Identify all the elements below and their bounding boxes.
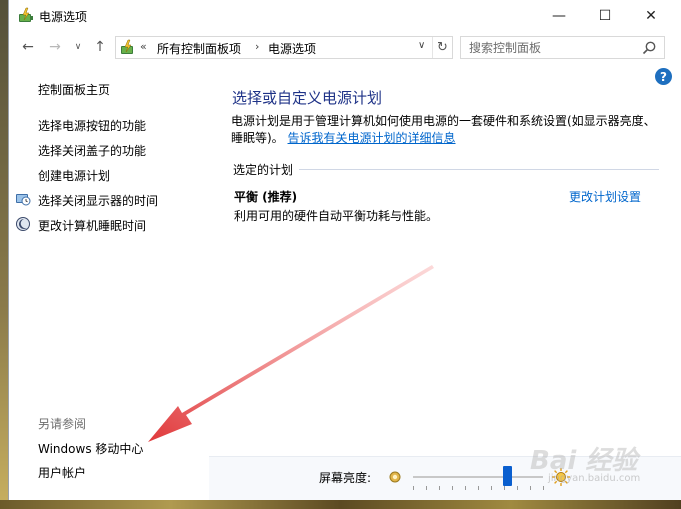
brightness-slider-thumb[interactable] (503, 466, 513, 486)
plan-name: 平衡 (推荐) (234, 190, 298, 204)
monitor-clock-icon (16, 194, 31, 206)
dim-sun-icon (389, 471, 401, 483)
minimize-icon: — (552, 7, 566, 24)
breadcrumb-power-options[interactable]: 电源选项 (268, 40, 316, 57)
slider-tick (439, 486, 440, 490)
back-button[interactable]: ← (17, 36, 39, 58)
slider-tick (543, 486, 544, 490)
slider-tick (426, 486, 427, 490)
sidebar-link-display-off-time[interactable]: 选择关闭显示器的时间 (38, 192, 158, 209)
watermark-logo: Bai 经验 (530, 446, 638, 476)
page-title: 选择或自定义电源计划 (232, 89, 383, 107)
navigation-bar: ← → ∨ ↑ « 所有控制面板项 › 电源选项 ∨ ↻ (9, 33, 681, 61)
minimize-button[interactable]: — (536, 0, 582, 31)
slider-tick (465, 486, 466, 490)
power-options-app-icon (19, 7, 33, 22)
breadcrumb-all-control-panel-items[interactable]: 所有控制面板项 (157, 40, 241, 57)
sidebar-link-sleep-time[interactable]: 更改计算机睡眠时间 (38, 217, 146, 234)
change-plan-settings-link[interactable]: 更改计划设置 (569, 188, 641, 205)
up-arrow-icon: ↑ (94, 39, 106, 55)
sidebar-link-control-panel-home[interactable]: 控制面板主页 (38, 81, 110, 98)
breadcrumb-separator-icon[interactable]: › (255, 40, 259, 53)
search-box[interactable] (460, 36, 665, 59)
desktop-background-bottom (0, 500, 681, 509)
see-also-heading: 另请参阅 (38, 417, 87, 431)
forward-button[interactable]: → (44, 36, 66, 58)
refresh-button[interactable]: ↻ (432, 37, 452, 58)
address-dropdown-icon[interactable]: ∨ (418, 40, 425, 51)
sidebar: 控制面板主页 选择电源按钮的功能 选择关闭盖子的功能 创建电源计划 选择关闭显示… (9, 70, 209, 500)
slider-tick (517, 486, 518, 490)
slider-tick (478, 486, 479, 490)
plan-description: 利用可用的硬件自动平衡功耗与性能。 (234, 209, 439, 223)
slider-tick (504, 486, 505, 490)
search-input[interactable] (461, 37, 639, 58)
sidebar-link-power-button[interactable]: 选择电源按钮的功能 (38, 117, 146, 134)
page-description: 电源计划是用于管理计算机如何使用电源的一套硬件和系统设置(如显示器亮度、睡眠等)… (231, 113, 661, 147)
close-icon: ✕ (645, 7, 657, 24)
power-options-window: 电源选项 — ☐ ✕ ← → ∨ ↑ « 所有控制面板项 › 电源选项 ∨ ↻ (8, 0, 681, 500)
refresh-icon: ↻ (437, 40, 448, 55)
search-icon[interactable] (641, 40, 657, 56)
maximize-button[interactable]: ☐ (582, 0, 628, 31)
up-button[interactable]: ↑ (89, 36, 111, 58)
brightness-label: 屏幕亮度: (319, 471, 372, 485)
slider-tick (452, 486, 453, 490)
control-panel-icon (121, 39, 133, 54)
back-arrow-icon: ← (22, 39, 34, 55)
selected-plan-heading: 选定的计划 (233, 163, 294, 177)
address-overflow-icon[interactable]: « (140, 40, 147, 53)
title-bar: 电源选项 — ☐ ✕ (9, 0, 681, 31)
desktop-background-left (0, 0, 8, 509)
slider-tick (413, 486, 414, 490)
sidebar-link-lid[interactable]: 选择关闭盖子的功能 (38, 142, 146, 159)
slider-tick (530, 486, 531, 490)
section-divider (299, 169, 659, 170)
address-bar[interactable]: « 所有控制面板项 › 电源选项 ∨ ↻ (115, 36, 453, 59)
see-also-link-mobility-center[interactable]: Windows 移动中心 (38, 440, 143, 457)
brightness-slider-track[interactable] (413, 476, 543, 478)
watermark-url: jingyan.baidu.com (548, 473, 641, 484)
maximize-icon: ☐ (598, 7, 612, 24)
slider-tick (491, 486, 492, 490)
close-button[interactable]: ✕ (628, 0, 674, 31)
chevron-down-icon: ∨ (74, 42, 82, 52)
see-also-link-user-accounts[interactable]: 用户帐户 (38, 464, 86, 481)
learn-more-link[interactable]: 告诉我有关电源计划的详细信息 (288, 131, 456, 145)
help-icon[interactable]: ? (655, 68, 672, 85)
window-title: 电源选项 (39, 10, 88, 24)
recent-locations-button[interactable]: ∨ (67, 36, 89, 58)
sidebar-link-create-plan[interactable]: 创建电源计划 (38, 167, 110, 184)
moon-icon (16, 217, 30, 231)
forward-arrow-icon: → (49, 39, 61, 55)
